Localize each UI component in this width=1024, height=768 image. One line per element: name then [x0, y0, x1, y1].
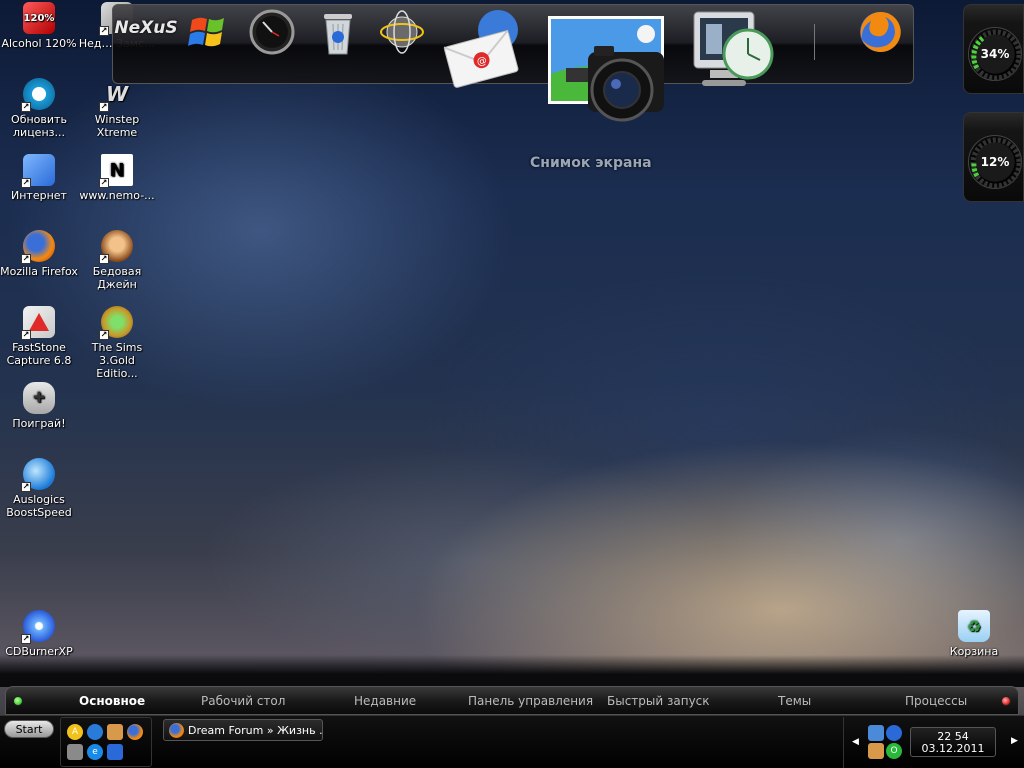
horizon-treeline	[0, 655, 1024, 687]
taskbar: Start A e Dream Forum » Жизнь ... ◀ O 22…	[0, 715, 1024, 768]
desktop-icon-label: Бедовая Джейн	[92, 265, 142, 291]
task-button-label: Dream Forum » Жизнь ...	[188, 723, 323, 737]
network-tray-icon[interactable]	[868, 725, 884, 741]
network-globe-icon	[380, 10, 424, 54]
desktop-icon-gamepad[interactable]: ✚ Поиграй!	[0, 382, 78, 430]
category-recent[interactable]: Недавние	[354, 694, 416, 708]
category-control-panel[interactable]: Панель управления	[468, 694, 593, 708]
quick-launch-ie-icon[interactable]: e	[87, 744, 103, 760]
desktop-icon-faststone[interactable]: ↗ FastStone Capture 6.8	[0, 306, 78, 367]
quick-launch-firefox-icon[interactable]	[127, 724, 143, 740]
desktop-icon-label: Mozilla Firefox	[0, 265, 78, 278]
dock-item-recycle-bin[interactable]	[318, 8, 358, 58]
nexus-logo[interactable]: NeXuS	[114, 8, 177, 48]
cpu-gauge[interactable]: 34%	[963, 4, 1024, 94]
task-button-dream-forum[interactable]: Dream Forum » Жизнь ...	[163, 719, 323, 741]
sims-icon: ↗	[99, 306, 133, 340]
update-license-icon: ↗	[21, 78, 55, 112]
firefox-icon	[860, 11, 901, 52]
desktop-icon-update-license[interactable]: ↗ Обновить лиценз...	[0, 78, 78, 139]
monitor-clock-icon	[693, 11, 774, 86]
dock-item-network[interactable]	[378, 8, 426, 56]
desktop-icon-label: Корзина	[949, 645, 999, 658]
desktop-icon-label: Поиграй!	[12, 417, 66, 430]
internet-icon: ↗	[21, 154, 55, 188]
recycle-bin-icon	[324, 14, 352, 55]
dock-separator	[814, 24, 818, 60]
desktop-icon-label: FastStone Capture 6.8	[6, 341, 72, 367]
security-tray-icon[interactable]	[886, 725, 902, 741]
desktop-icon-internet[interactable]: ↗ Интернет	[0, 154, 78, 202]
desktop-icon-cdburner[interactable]: ↗ CDBurnerXP	[0, 610, 78, 658]
camera-screenshot-icon	[548, 16, 664, 122]
dock-item-monitor-clock[interactable]	[690, 8, 778, 98]
desktop-icon-alcohol[interactable]: 120% Alcohol 120%	[0, 2, 78, 50]
mail-icon: @	[443, 10, 519, 88]
desktop-icon-label: Интернет	[11, 189, 67, 202]
tray-left-arrow-icon[interactable]: ◀	[852, 737, 859, 747]
desktop-icon-label: Alcohol 120%	[1, 37, 77, 50]
category-desktop[interactable]: Рабочий стол	[201, 694, 285, 708]
gauge-value: 34%	[980, 47, 1010, 61]
clock-gadget-icon	[249, 9, 295, 55]
dock-item-caption: Снимок экрана	[530, 155, 652, 171]
quick-launch-globe-icon[interactable]	[87, 724, 103, 740]
dock-item-clock[interactable]	[248, 8, 296, 56]
firefox-icon: ↗	[21, 230, 55, 264]
category-quick-launch[interactable]: Быстрый запуск	[607, 694, 710, 708]
desktop-icon-sims[interactable]: ↗ The Sims 3.Gold Editio...	[78, 306, 156, 380]
folder-tray-icon[interactable]	[868, 743, 884, 759]
tray-right-arrow-icon[interactable]: ▶	[1011, 736, 1018, 746]
desktop-icon-winstep[interactable]: W ↗ Winstep Xtreme	[78, 78, 156, 140]
green-status-icon[interactable]	[13, 696, 23, 706]
clock-date: 03.12.2011	[921, 742, 985, 755]
desktop-icon-label: Winstep Xtreme	[94, 113, 140, 139]
desktop-icon-label: The Sims 3.Gold Editio...	[91, 341, 143, 380]
quick-launch-folder-icon[interactable]	[107, 724, 123, 740]
desktop-icon-auslogics[interactable]: ↗ Auslogics BoostSpeed	[0, 458, 78, 519]
desktop-icon-label: Обновить лиценз...	[11, 113, 67, 139]
desktop-icon-label: CDBurnerXP	[5, 645, 73, 658]
desktop-icon-jane[interactable]: ↗ Бедовая Джейн	[78, 230, 156, 291]
game-jane-icon: ↗	[99, 230, 133, 264]
quick-launch-desktop-icon[interactable]	[67, 744, 83, 760]
faststone-icon: ↗	[21, 306, 55, 340]
category-main[interactable]: Основное	[79, 694, 145, 708]
category-bar: Основное Рабочий стол Недавние Панель уп…	[5, 686, 1019, 715]
desktop-icon-label: Auslogics BoostSpeed	[6, 493, 72, 519]
update-tray-icon[interactable]: O	[886, 743, 902, 759]
auslogics-icon: ↗	[21, 458, 55, 492]
category-themes[interactable]: Темы	[778, 694, 811, 708]
dock-item-firefox[interactable]	[856, 8, 904, 56]
start-button[interactable]: Start	[4, 720, 54, 738]
quick-launch-area: A e	[60, 717, 152, 767]
dock-item-mail[interactable]: @	[442, 8, 524, 90]
quick-launch-app-icon[interactable]: A	[67, 724, 83, 740]
cdburner-icon: ↗	[21, 610, 55, 644]
gauge-value: 12%	[980, 155, 1010, 169]
desktop-icon-label: www.nemo-...	[79, 189, 155, 202]
nemo-icon: N ↗	[99, 154, 133, 188]
firefox-icon	[169, 723, 184, 738]
gamepad-icon: ✚	[23, 382, 55, 414]
windows-logo-icon	[188, 17, 224, 47]
nexus-logo-text: NeXuS	[114, 18, 178, 38]
dock-item-windows[interactable]	[186, 10, 230, 54]
alcohol-icon: 120%	[23, 2, 55, 34]
desktop-icon-firefox[interactable]: ↗ Mozilla Firefox	[0, 230, 78, 278]
desktop-icon-nemo[interactable]: N ↗ www.nemo-...	[78, 154, 156, 202]
recycle-bin-icon: ♻	[958, 610, 990, 642]
close-red-icon[interactable]	[1001, 696, 1011, 706]
category-processes[interactable]: Процессы	[905, 694, 967, 708]
desktop-icon-recycle-bin[interactable]: ♻ Корзина	[935, 610, 1013, 658]
memory-gauge[interactable]: 12%	[963, 112, 1024, 202]
clock[interactable]: 22 54 03.12.2011	[910, 727, 996, 757]
quick-launch-window-icon[interactable]	[107, 744, 123, 760]
dock-item-screenshot[interactable]	[546, 14, 668, 132]
